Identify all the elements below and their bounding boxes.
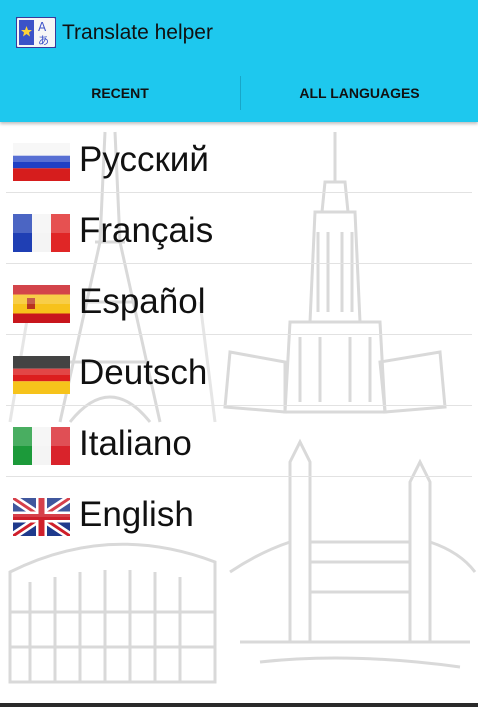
language-label: Русский <box>79 140 209 179</box>
list-item-italian[interactable]: Italiano <box>6 406 472 477</box>
title-bar: A あ Translate helper <box>0 0 478 64</box>
tab-recent[interactable]: RECENT <box>0 64 240 122</box>
svg-text:A: A <box>38 20 47 34</box>
language-label: Français <box>79 211 214 250</box>
language-label: Español <box>79 282 206 321</box>
list-item-french[interactable]: Français <box>6 193 472 264</box>
france-flag-icon <box>13 214 70 252</box>
germany-flag-icon <box>13 356 70 394</box>
bottom-edge <box>0 703 478 707</box>
list-item-german[interactable]: Deutsch <box>6 335 472 406</box>
tab-bar: RECENT ALL LANGUAGES <box>0 64 478 122</box>
list-item-russian[interactable]: Русский <box>6 122 472 193</box>
app-bar: A あ Translate helper RECENT ALL LANGUAGE… <box>0 0 478 122</box>
svg-text:あ: あ <box>38 34 49 47</box>
russia-flag-icon <box>13 143 70 181</box>
spain-flag-icon <box>13 285 70 323</box>
language-label: Deutsch <box>79 353 208 392</box>
language-label: English <box>79 495 194 534</box>
uk-flag-icon <box>13 498 70 536</box>
app-title: Translate helper <box>62 21 213 44</box>
list-item-spanish[interactable]: Español <box>6 264 472 335</box>
language-list: Русский Français Español Deutsch Italian… <box>0 122 478 547</box>
list-item-english[interactable]: English <box>6 477 472 547</box>
italy-flag-icon <box>13 427 70 465</box>
language-label: Italiano <box>79 424 192 463</box>
tab-all-languages[interactable]: ALL LANGUAGES <box>241 64 478 122</box>
language-list-panel: Русский Français Español Deutsch Italian… <box>0 122 478 707</box>
translate-icon: A あ <box>16 17 56 48</box>
